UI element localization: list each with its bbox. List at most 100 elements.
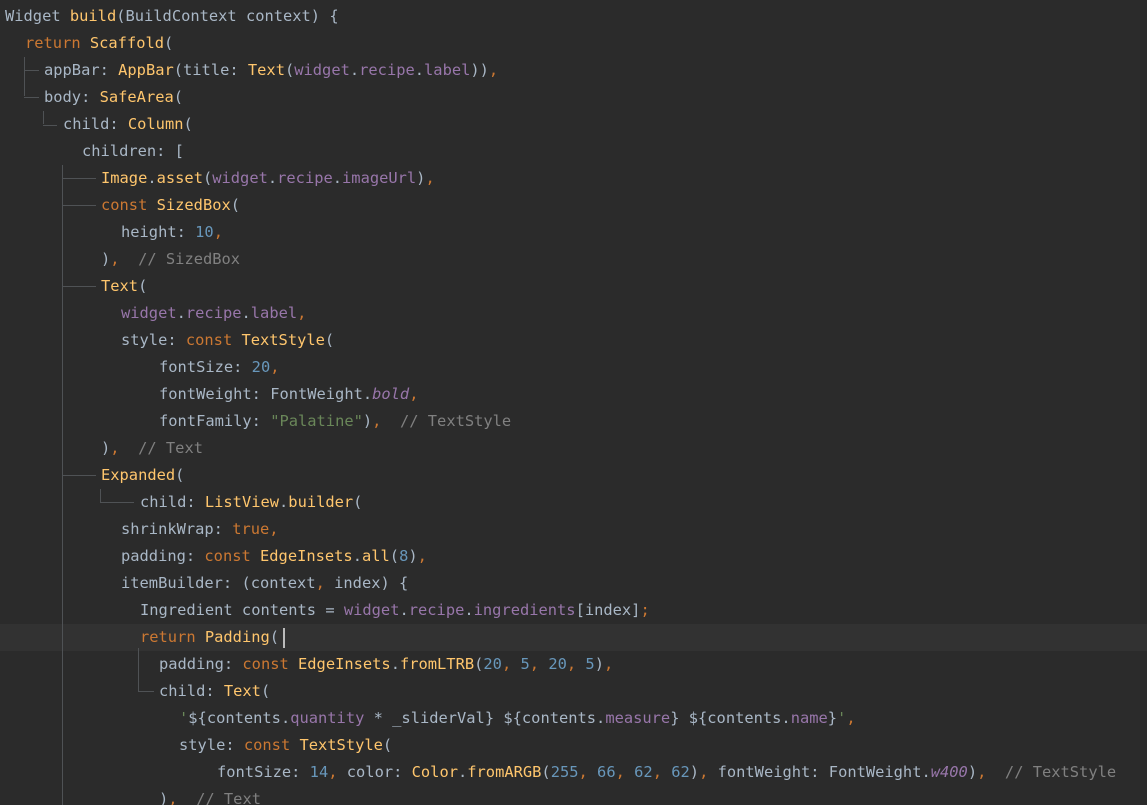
code-text: Widget build(BuildContext context) { bbox=[5, 3, 339, 30]
code-line[interactable]: const SizedBox( bbox=[0, 192, 1147, 219]
code-line[interactable]: ), // Text bbox=[0, 786, 1147, 805]
code-token: (title: bbox=[173, 61, 248, 79]
code-line[interactable]: Expanded( bbox=[0, 462, 1147, 489]
code-token: // SizedBox bbox=[138, 250, 241, 268]
indent-guide bbox=[24, 97, 39, 98]
code-line[interactable]: fontSize: 14, color: Color.fromARGB(255,… bbox=[0, 759, 1147, 786]
code-editor[interactable]: Widget build(BuildContext context) {retu… bbox=[0, 0, 1147, 805]
code-line[interactable]: child: ListView.builder( bbox=[0, 489, 1147, 516]
code-token: SafeArea bbox=[99, 88, 174, 106]
code-line[interactable]: appBar: AppBar(title: Text(widget.recipe… bbox=[0, 57, 1147, 84]
code-line[interactable]: '${contents.quantity * _sliderVal} ${con… bbox=[0, 705, 1147, 732]
code-token: 20 bbox=[251, 358, 271, 376]
code-line[interactable]: fontWeight: FontWeight.bold, bbox=[0, 381, 1147, 408]
code-token: . bbox=[279, 493, 289, 511]
code-line[interactable]: Widget build(BuildContext context) { bbox=[0, 3, 1147, 30]
code-token: children: [ bbox=[82, 142, 184, 160]
code-line[interactable]: return Padding( bbox=[0, 624, 1147, 651]
code-line[interactable]: Text( bbox=[0, 273, 1147, 300]
code-token: recipe bbox=[359, 61, 415, 79]
code-token: , bbox=[328, 763, 347, 781]
indent-guide bbox=[43, 111, 44, 124]
code-token: ( bbox=[164, 34, 174, 52]
code-line[interactable]: fontSize: 20, bbox=[0, 354, 1147, 381]
code-token: const bbox=[243, 736, 300, 754]
code-token: ( bbox=[173, 88, 184, 106]
code-token: . bbox=[147, 169, 157, 187]
code-token: , bbox=[488, 61, 499, 79]
code-line[interactable]: child: Column( bbox=[0, 111, 1147, 138]
code-token: style: bbox=[121, 331, 186, 349]
code-token: appBar: bbox=[44, 61, 119, 79]
code-token: const bbox=[204, 547, 261, 565]
code-line[interactable]: ), // Text bbox=[0, 435, 1147, 462]
code-line[interactable]: padding: const EdgeInsets.fromLTRB(20, 5… bbox=[0, 651, 1147, 678]
code-token: , bbox=[501, 655, 521, 673]
code-text: Image.asset(widget.recipe.imageUrl), bbox=[101, 165, 435, 192]
code-line[interactable]: height: 10, bbox=[0, 219, 1147, 246]
code-text: child: ListView.builder( bbox=[140, 489, 362, 516]
code-line[interactable]: return Scaffold( bbox=[0, 30, 1147, 57]
code-token: 20 bbox=[483, 655, 502, 673]
code-text: fontWeight: FontWeight.bold, bbox=[159, 381, 418, 408]
code-text: appBar: AppBar(title: Text(widget.recipe… bbox=[44, 57, 498, 84]
code-line[interactable]: fontFamily: "Palatine"), // TextStyle bbox=[0, 408, 1147, 435]
code-token: , bbox=[110, 439, 120, 457]
code-token: Color bbox=[411, 763, 458, 781]
code-token: )) bbox=[470, 61, 489, 79]
code-token: ) bbox=[101, 250, 111, 268]
code-line[interactable]: widget.recipe.label, bbox=[0, 300, 1147, 327]
code-token: recipe bbox=[277, 169, 333, 187]
code-token: true bbox=[232, 520, 270, 538]
code-text: style: const TextStyle( bbox=[121, 327, 334, 354]
code-line[interactable]: Ingredient contents = widget.recipe.ingr… bbox=[0, 597, 1147, 624]
code-text: child: Column( bbox=[63, 111, 193, 138]
code-token: const bbox=[101, 196, 157, 214]
code-token: TextStyle bbox=[241, 331, 325, 349]
code-line[interactable]: children: [ bbox=[0, 138, 1147, 165]
indent-guide bbox=[62, 165, 63, 805]
code-line[interactable]: style: const TextStyle( bbox=[0, 327, 1147, 354]
code-token: all bbox=[361, 547, 390, 565]
code-line[interactable]: padding: const EdgeInsets.all(8), bbox=[0, 543, 1147, 570]
code-token: [index] bbox=[575, 601, 641, 619]
code-line[interactable]: style: const TextStyle( bbox=[0, 732, 1147, 759]
code-token: . bbox=[267, 169, 278, 187]
code-token: , bbox=[417, 547, 427, 565]
code-token: widget bbox=[212, 169, 268, 187]
code-token: shrinkWrap: bbox=[121, 520, 233, 538]
code-token: ( bbox=[230, 196, 241, 214]
code-token: 66 bbox=[597, 763, 616, 781]
code-token: color: bbox=[346, 763, 412, 781]
code-text: const SizedBox( bbox=[101, 192, 240, 219]
code-token: (BuildContext context) { bbox=[116, 7, 339, 25]
code-line[interactable]: shrinkWrap: true, bbox=[0, 516, 1147, 543]
code-token: 62 bbox=[634, 763, 653, 781]
code-line[interactable]: Image.asset(widget.recipe.imageUrl), bbox=[0, 165, 1147, 192]
code-token: . bbox=[414, 61, 425, 79]
code-token: , bbox=[652, 763, 672, 781]
indent-guide bbox=[24, 57, 25, 96]
code-line[interactable]: itemBuilder: (context, index) { bbox=[0, 570, 1147, 597]
code-text: return Padding( bbox=[140, 624, 279, 651]
code-token: label bbox=[250, 304, 298, 322]
code-token: fontFamily: bbox=[159, 412, 271, 430]
code-line[interactable]: ), // SizedBox bbox=[0, 246, 1147, 273]
code-line[interactable]: body: SafeArea( bbox=[0, 84, 1147, 111]
code-token: widget bbox=[121, 304, 177, 322]
code-text: ), // Text bbox=[159, 786, 261, 805]
code-token: fontSize: bbox=[217, 763, 310, 781]
code-token: // Text bbox=[196, 790, 261, 805]
code-token: ) bbox=[408, 547, 418, 565]
code-token: EdgeInsets bbox=[260, 547, 353, 565]
code-token: fontWeight: FontWeight. bbox=[159, 385, 373, 403]
code-token: widget bbox=[343, 601, 400, 619]
code-token: , bbox=[615, 763, 635, 781]
code-token: body: bbox=[44, 88, 100, 106]
code-text: Expanded( bbox=[101, 462, 184, 489]
code-line[interactable]: child: Text( bbox=[0, 678, 1147, 705]
code-token: , bbox=[409, 385, 419, 403]
indent-guide bbox=[62, 475, 96, 476]
